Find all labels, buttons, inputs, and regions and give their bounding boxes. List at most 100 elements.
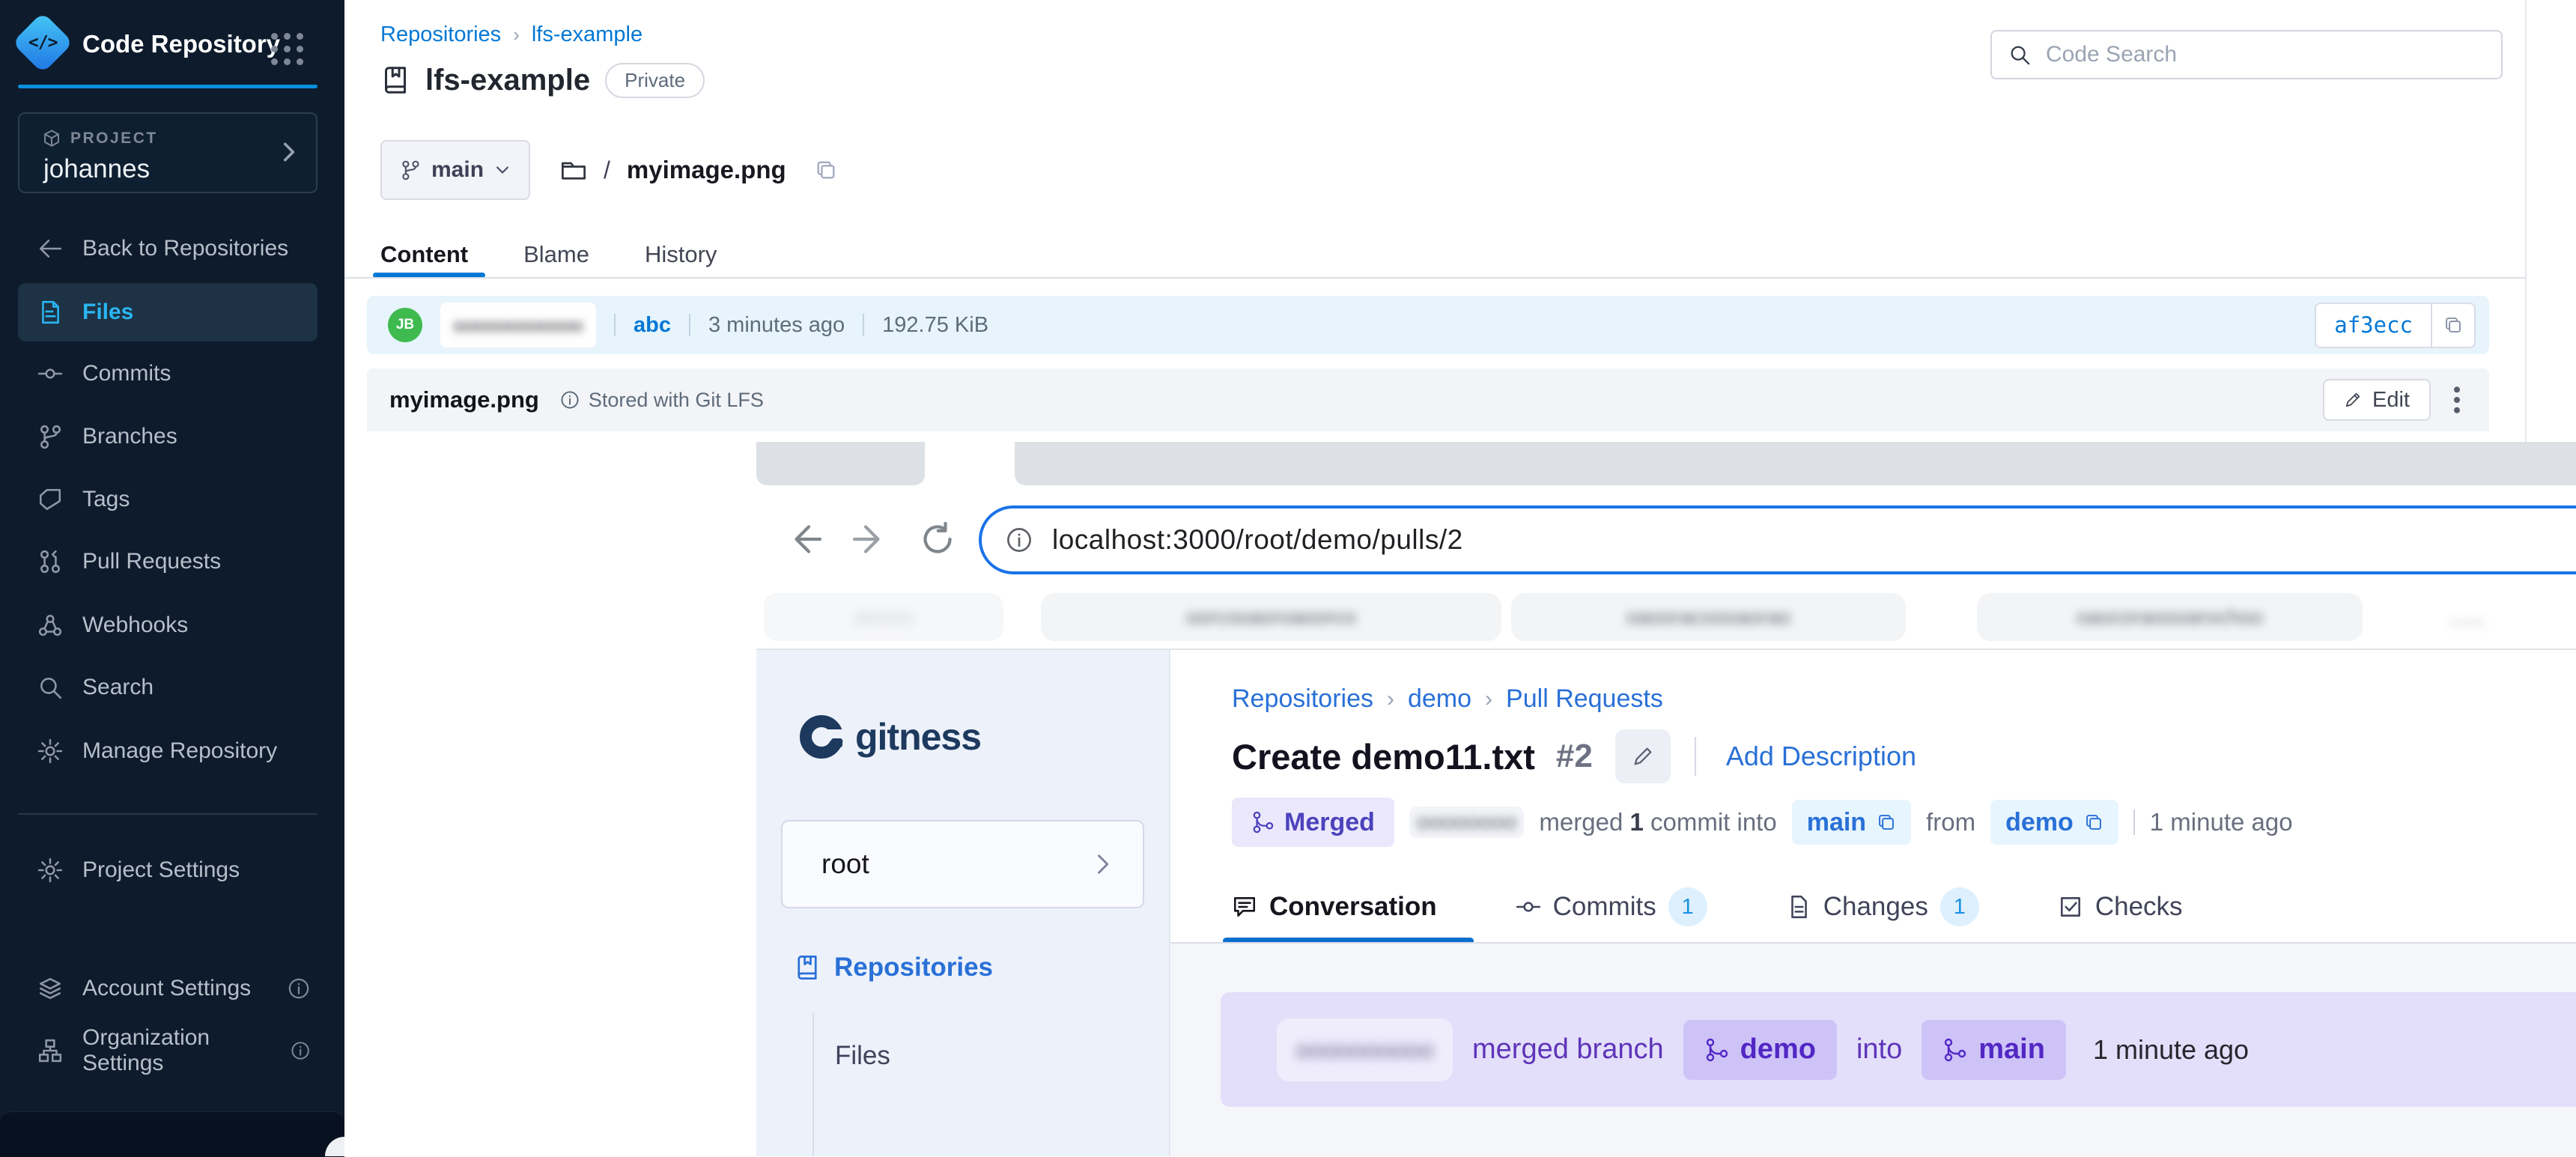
layers-gear-icon	[37, 976, 63, 1001]
sidebar-item-project-settings[interactable]: Project Settings	[18, 842, 318, 899]
commit-message-link[interactable]: abc	[634, 313, 671, 338]
pr-tab-checks: Checks	[2058, 892, 2183, 922]
module-grid-icon[interactable]	[271, 33, 304, 66]
sidebar-accent-divider	[18, 85, 318, 88]
lfs-note: Stored with Git LFS	[589, 389, 764, 412]
arrow-left-icon	[37, 236, 63, 261]
bookmark-redacted: oorcooaoroaoorco	[1041, 593, 1501, 641]
commit-icon	[1516, 894, 1541, 920]
browser-back-icon	[786, 521, 822, 557]
pr-tab-changes: Changes 1	[1786, 887, 1979, 926]
gitness-breadcrumb-repo: demo	[1408, 684, 1471, 714]
kebab-menu-icon[interactable]	[2452, 385, 2462, 415]
pr-status-row: Merged oooooooo merged 1 commit into mai…	[1232, 798, 2293, 847]
image-preview: localhost:3000/root/demo/pulls/2 ooooo o…	[756, 442, 2576, 1156]
sidebar-item-branches[interactable]: Branches	[18, 408, 318, 465]
sidebar-item-commits[interactable]: Commits	[18, 345, 318, 402]
copy-icon	[2084, 813, 2103, 832]
git-merge-icon	[1942, 1038, 1966, 1062]
main-content: Repositories › lfs-example lfs-example P…	[344, 0, 2576, 1156]
sidebar-footer-bar	[0, 1111, 344, 1157]
tab-history[interactable]: History	[645, 241, 717, 268]
git-merge-icon	[1251, 811, 1274, 833]
sidebar-item-pull-requests[interactable]: Pull Requests	[18, 533, 318, 590]
merge-source-branch-chip: demo	[1683, 1020, 1837, 1080]
sidebar-item-tags[interactable]: Tags	[18, 471, 318, 528]
repository-book-icon	[380, 65, 410, 95]
pencil-icon	[2344, 391, 2362, 409]
sidebar-item-search[interactable]: Search	[18, 659, 318, 716]
pr-from-label: from	[1926, 808, 1975, 836]
breadcrumb-repo[interactable]: lfs-example	[532, 22, 643, 47]
branch-selector[interactable]: main	[380, 140, 530, 200]
copy-icon	[2443, 315, 2463, 335]
breadcrumb-separator: ›	[513, 23, 520, 46]
sidebar-item-back-to-repositories[interactable]: Back to Repositories	[18, 220, 318, 277]
sidebar-item-organization-settings[interactable]: Organization Settings	[18, 1022, 318, 1079]
org-chart-icon	[37, 1038, 63, 1063]
file-size: 192.75 KiB	[882, 313, 988, 338]
folder-icon[interactable]	[560, 157, 587, 183]
browser-tabstrip-segment	[1015, 442, 2576, 485]
copy-sha-button[interactable]	[2431, 304, 2474, 347]
gitness-sidebar-item-repositories: Repositories	[794, 953, 993, 983]
sidebar-item-label: Branches	[82, 424, 177, 449]
tabs-divider	[344, 277, 2525, 279]
edit-button[interactable]: Edit	[2323, 379, 2431, 421]
avatar[interactable]: JB	[388, 308, 422, 342]
gitness-breadcrumb: Repositories › demo › Pull Requests	[1232, 684, 1663, 714]
sidebar-item-files[interactable]: Files	[18, 283, 318, 341]
sidebar-item-label: Project Settings	[82, 857, 240, 883]
pr-merge-summary: merged 1 commit into	[1539, 808, 1776, 836]
breadcrumb-repositories[interactable]: Repositories	[380, 22, 501, 47]
file-path-label: myimage.png	[627, 156, 786, 184]
app-title: Code Repository	[82, 30, 280, 58]
sidebar-item-label: Account Settings	[82, 976, 251, 1001]
file-view-tabs: Content Blame History	[380, 234, 717, 276]
latest-commit-bar: JB oooooooooooo abc 3 minutes ago 192.75…	[367, 296, 2489, 354]
tab-content[interactable]: Content	[380, 241, 468, 268]
gitness-breadcrumb-pulls: Pull Requests	[1506, 684, 1663, 714]
bookmark-redacted: ooooo	[764, 593, 1003, 641]
document-icon	[1786, 894, 1811, 920]
pr-add-description-link: Add Description	[1726, 741, 1916, 772]
branch-name: main	[431, 157, 484, 183]
pull-request-icon	[37, 549, 63, 574]
bookmark-redacted: ......	[2419, 593, 2516, 641]
copy-icon[interactable]	[815, 159, 837, 181]
sidebar-item-label: Back to Repositories	[82, 236, 288, 261]
info-icon	[560, 390, 580, 410]
sidebar-divider	[18, 813, 318, 815]
webhook-icon	[37, 613, 63, 638]
project-selector[interactable]: PROJECT johannes	[18, 112, 318, 193]
sidebar-item-manage-repository[interactable]: Manage Repository	[18, 723, 318, 780]
search-input[interactable]	[2044, 41, 2485, 68]
visibility-badge: Private	[605, 63, 705, 98]
info-icon	[288, 977, 310, 1000]
sidebar-item-label: Pull Requests	[82, 549, 221, 574]
sidebar-item-account-settings[interactable]: Account Settings	[18, 960, 318, 1017]
gitness-logo-icon	[800, 715, 843, 759]
breadcrumb-separator: ›	[1387, 687, 1394, 712]
commit-time: 3 minutes ago	[708, 313, 845, 338]
sidebar-item-label: Files	[82, 300, 133, 325]
pr-merge-event-banner: oooooooooo merged branch demo into	[1221, 992, 2576, 1107]
separator	[614, 314, 616, 336]
gitness-main: Repositories › demo › Pull Requests Crea…	[1170, 650, 2576, 1156]
sidebar-item-webhooks[interactable]: Webhooks	[18, 597, 318, 654]
search-icon	[37, 675, 63, 700]
file-name: myimage.png	[389, 386, 539, 413]
nav-indent-guide	[812, 1012, 814, 1156]
project-name: johannes	[43, 154, 150, 184]
info-icon	[291, 1039, 310, 1062]
gear-icon	[37, 857, 63, 883]
code-repository-logo-icon: </>	[12, 12, 73, 73]
copy-icon	[1877, 813, 1896, 832]
commit-sha[interactable]: af3ecc	[2316, 304, 2431, 347]
tab-blame[interactable]: Blame	[523, 241, 589, 268]
code-search-box[interactable]	[1990, 30, 2503, 79]
gitness-breadcrumb-repositories: Repositories	[1232, 684, 1373, 714]
check-square-icon	[2058, 894, 2083, 920]
breadcrumb-separator: ›	[1485, 687, 1492, 712]
pr-tab-commits: Commits 1	[1516, 887, 1707, 926]
